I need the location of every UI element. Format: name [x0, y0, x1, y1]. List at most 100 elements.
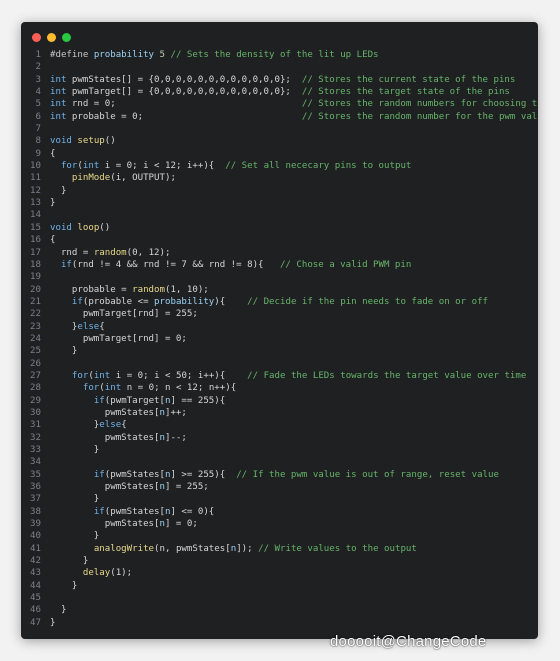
code-text: }: [41, 444, 99, 456]
code-line: 2: [21, 61, 538, 73]
code-text: pwmStates[n] = 255;: [41, 481, 209, 493]
code-token: pwmStates[: [50, 432, 160, 443]
code-token: delay: [82, 568, 111, 579]
code-token: int: [82, 161, 100, 172]
code-token: pwmStates[: [50, 407, 160, 418]
code-line: 16 {: [21, 234, 538, 246]
code-line: 7: [21, 123, 538, 135]
maximize-button[interactable]: [62, 33, 71, 42]
code-token: // Write values to the output: [258, 543, 417, 554]
code-text: pwmTarget[rnd] = 255;: [41, 308, 198, 320]
code-line: 17 rnd = random(0, 12);: [21, 247, 538, 259]
line-number: 14: [30, 210, 41, 221]
line-number: 7: [35, 124, 41, 135]
code-token: // Chose a valid PWM pin: [279, 259, 412, 270]
code-text: }: [41, 530, 99, 542]
code-token: {: [50, 148, 56, 159]
code-text: }else{: [41, 321, 105, 333]
code-token: probability: [154, 296, 215, 307]
code-token: (0, 12);: [126, 247, 171, 258]
code-text: analogWrite(n, pwmStates[n]); // Write v…: [41, 543, 417, 555]
code-token: }: [50, 580, 78, 591]
code-token: n = 0; n < 12; n++){: [121, 383, 237, 394]
code-token: pwmStates[: [50, 519, 160, 530]
code-token: loop: [77, 222, 100, 233]
code-token: }: [50, 185, 67, 196]
code-token: ){: [214, 296, 248, 307]
minimize-button[interactable]: [47, 33, 56, 42]
line-number: 24: [30, 333, 41, 344]
code-token: (probable <=: [82, 296, 155, 307]
code-text: pwmStates[n] = 0;: [41, 518, 198, 530]
code-token: setup: [77, 136, 105, 147]
code-token: int: [50, 87, 67, 98]
code-line: 44 }: [21, 580, 538, 592]
line-number: 10: [30, 161, 41, 172]
code-token: int: [50, 74, 67, 85]
line-number: 12: [30, 185, 41, 196]
code-text: void setup(): [41, 135, 116, 147]
code-text: pinMode(i, OUTPUT);: [41, 172, 176, 184]
code-text: pwmTarget[rnd] = 0;: [41, 333, 187, 345]
code-token: (n, pwmStates[: [154, 543, 231, 554]
code-text: }: [41, 197, 55, 209]
code-text: {: [41, 148, 55, 160]
line-number: 40: [30, 531, 41, 542]
code-token: ] >= 255){: [170, 469, 237, 480]
code-text: }: [41, 555, 88, 567]
code-token: {: [50, 235, 56, 246]
code-token: ]++;: [164, 407, 187, 418]
code-token: pwmStates[] = {0,0,0,0,0,0,0,0,0,0,0,0};: [66, 74, 302, 85]
watermark: dooooit@ChangeCode: [330, 633, 487, 650]
code-token: }: [50, 556, 89, 567]
code-text: if(pwmStates[n] <= 0){: [41, 506, 214, 518]
code-token: (rnd != 4 && rnd != 7 && rnd != 8){: [71, 259, 280, 270]
code-token: ] = 0;: [164, 519, 198, 530]
code-token: (pwmStates[: [104, 506, 165, 517]
code-token: for: [60, 161, 78, 172]
code-text: void loop(): [41, 222, 110, 234]
code-token: (i, OUTPUT);: [110, 173, 176, 184]
code-line: 47}: [21, 617, 538, 629]
line-number: 36: [30, 482, 41, 493]
code-line: 46 }: [21, 604, 538, 616]
line-number: 31: [30, 420, 41, 431]
code-token: // Fade the LEDs towards the target valu…: [247, 370, 527, 381]
line-number: 5: [35, 99, 41, 110]
code-line: 19: [21, 271, 538, 283]
code-token: int: [50, 111, 67, 122]
line-number: 20: [30, 284, 41, 295]
code-token: pinMode: [71, 173, 111, 184]
code-text: }: [41, 617, 55, 629]
line-number: 6: [35, 111, 41, 122]
code-token: void: [50, 222, 72, 233]
line-number: 38: [30, 506, 41, 517]
code-token: (pwmStates[: [104, 469, 165, 480]
code-token: void: [50, 136, 72, 147]
code-window: 1 #define probability 5 // Sets the densi…: [21, 22, 538, 639]
code-line: 35 if(pwmStates[n] >= 255){ // If the pw…: [21, 469, 538, 481]
line-number: 46: [30, 605, 41, 616]
code-text: pwmStates[n]++;: [41, 407, 187, 419]
code-line: 34: [21, 456, 538, 468]
code-token: probable =: [50, 284, 133, 295]
code-token: (1, 10);: [164, 284, 209, 295]
line-number: 23: [30, 321, 41, 332]
code-line: 28 for(int n = 0; n < 12; n++){: [21, 382, 538, 394]
line-number: 21: [30, 296, 41, 307]
line-number: 17: [30, 247, 41, 258]
code-token: }: [50, 531, 100, 542]
code-token: if: [93, 395, 105, 406]
code-text: for(int i = 0; i < 12; i++){ // Set all …: [41, 160, 411, 172]
close-button[interactable]: [32, 33, 41, 42]
line-number: 45: [30, 593, 41, 604]
